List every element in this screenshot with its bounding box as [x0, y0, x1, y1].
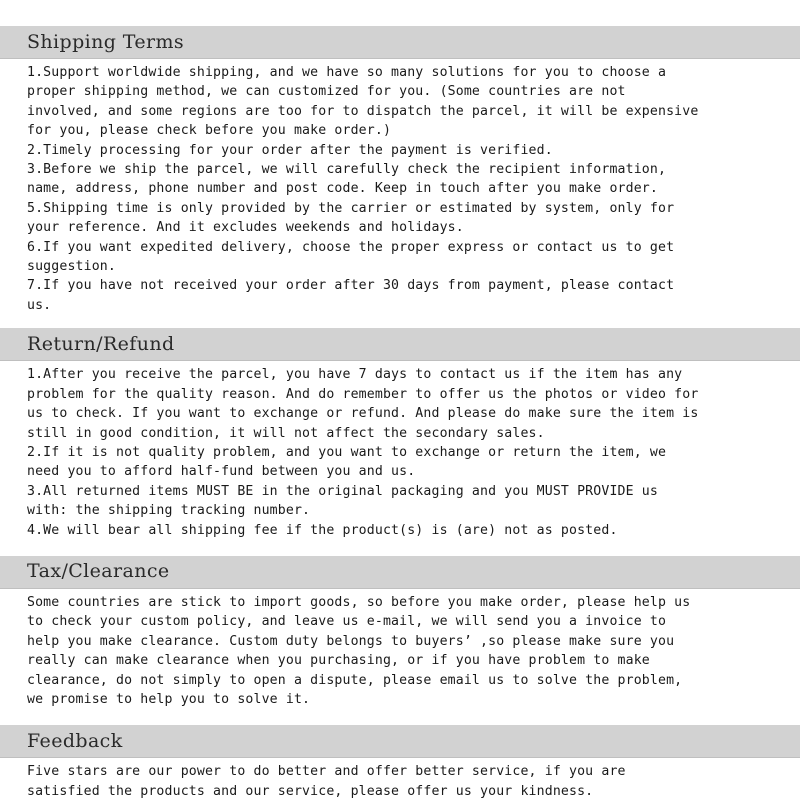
section-return-refund: Return/Refund 1.After you receive the pa… — [0, 328, 800, 540]
section-header-feedback: Feedback — [0, 725, 800, 759]
body-line: us. — [27, 297, 52, 313]
section-body-shipping-terms: 1.Support worldwide shipping, and we hav… — [0, 59, 800, 315]
body-line: satisfied the products and our service, … — [27, 783, 594, 799]
section-title: Return/Refund — [27, 332, 175, 355]
body-line: suggestion. — [27, 259, 116, 275]
body-line: still in good condition, it will not aff… — [27, 425, 545, 441]
body-line: name, address, phone number and post cod… — [27, 181, 658, 197]
body-line: with: the shipping tracking number. — [27, 503, 311, 519]
body-line: proper shipping method, we can customize… — [27, 84, 626, 100]
body-line: 4.We will bear all shipping fee if the p… — [27, 522, 618, 538]
section-body-feedback: Five stars are our power to do better an… — [0, 758, 800, 801]
body-line: for you, please check before you make or… — [27, 123, 392, 139]
body-line: to check your custom policy, and leave u… — [27, 614, 667, 630]
body-line: need you to afford half-fund between you… — [27, 464, 416, 480]
body-line: 5.Shipping time is only provided by the … — [27, 200, 675, 216]
body-line: Some countries are stick to import goods… — [27, 594, 691, 610]
section-title: Tax/Clearance — [27, 560, 170, 583]
body-line: 6.If you want expedited delivery, choose… — [27, 239, 675, 255]
body-line: us to check. If you want to exchange or … — [27, 406, 699, 422]
policy-document-page: Shipping Terms 1.Support worldwide shipp… — [0, 0, 800, 800]
body-line: 1.Support worldwide shipping, and we hav… — [27, 65, 667, 80]
section-tax-clearance: Tax/Clearance Some countries are stick t… — [0, 555, 800, 709]
body-line: we promise to help you to solve it. — [27, 691, 311, 707]
body-line: really can make clearance when you purch… — [27, 653, 650, 669]
body-line: involved, and some regions are too for t… — [27, 103, 699, 119]
section-shipping-terms: Shipping Terms 1.Support worldwide shipp… — [0, 26, 800, 315]
section-title: Shipping Terms — [27, 30, 185, 53]
section-header-return-refund: Return/Refund — [0, 328, 800, 362]
body-line: help you make clearance. Custom duty bel… — [27, 633, 675, 649]
body-line: 7.If you have not received your order af… — [27, 278, 675, 294]
body-line: 2.Timely processing for your order after… — [27, 142, 553, 158]
body-line: problem for the quality reason. And do r… — [27, 386, 699, 402]
body-line: 1.After you receive the parcel, you have… — [27, 367, 683, 383]
body-line: your reference. And it excludes weekends… — [27, 220, 464, 236]
section-header-tax-clearance: Tax/Clearance — [0, 555, 800, 589]
section-body-return-refund: 1.After you receive the parcel, you have… — [0, 361, 800, 540]
body-line: 3.All returned items MUST BE in the orig… — [27, 483, 658, 499]
section-title: Feedback — [27, 729, 123, 752]
section-feedback: Feedback Five stars are our power to do … — [0, 725, 800, 801]
body-line: 2.If it is not quality problem, and you … — [27, 444, 667, 460]
section-header-shipping-terms: Shipping Terms — [0, 26, 800, 59]
section-body-tax-clearance: Some countries are stick to import goods… — [0, 589, 800, 709]
body-line: clearance, do not simply to open a dispu… — [27, 672, 683, 688]
top-spacer — [0, 0, 800, 26]
body-line: Five stars are our power to do better an… — [27, 764, 626, 780]
body-line: 3.Before we ship the parcel, we will car… — [27, 162, 667, 178]
